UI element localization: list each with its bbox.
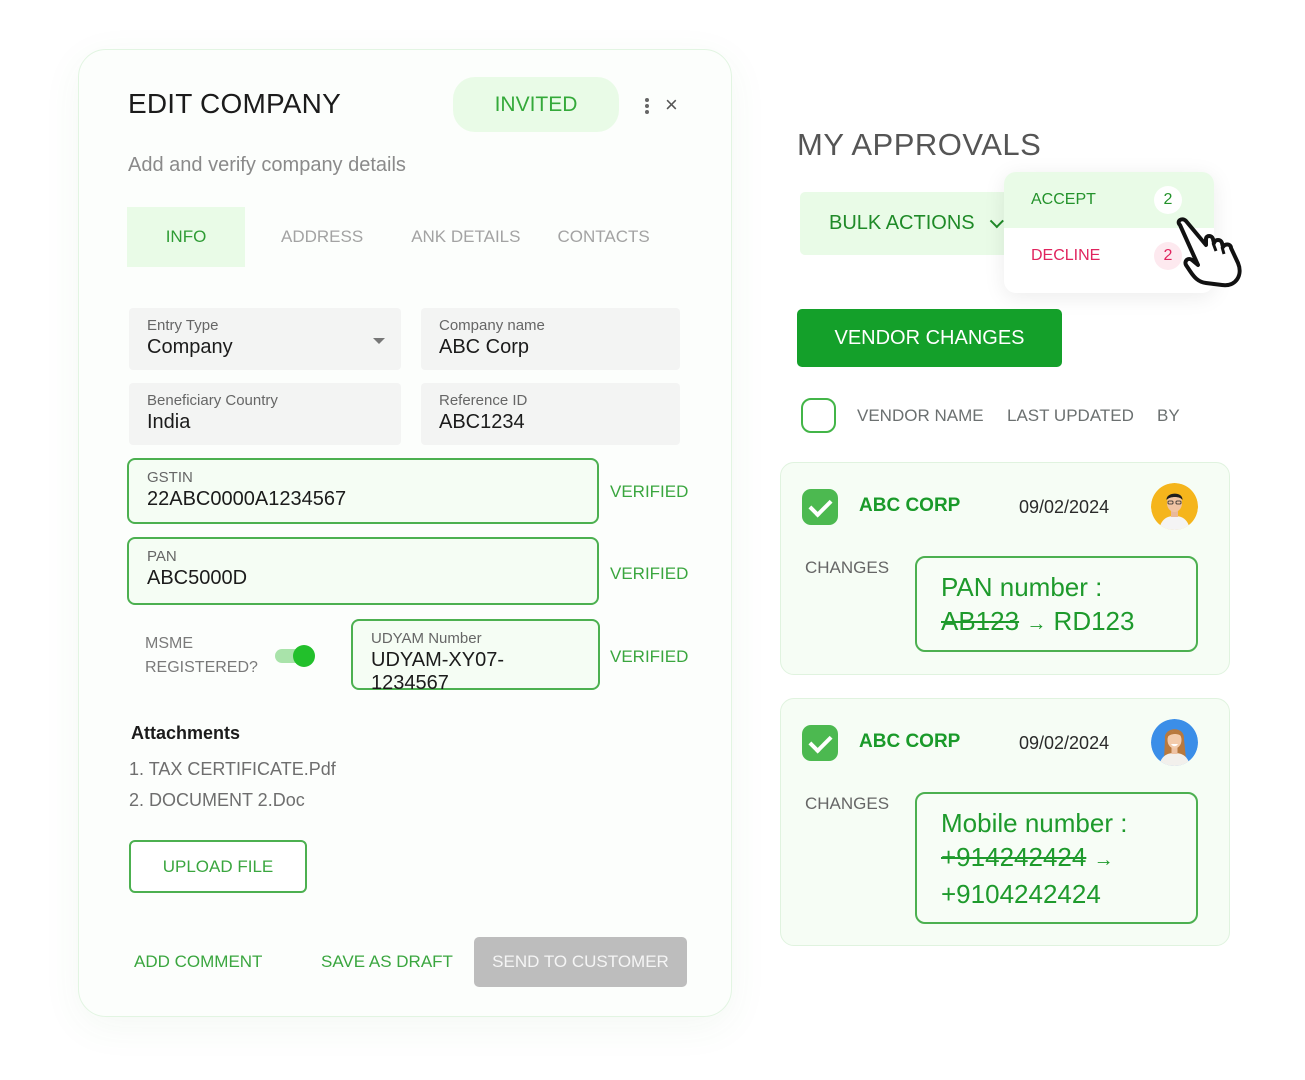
row-checkbox-checked[interactable] bbox=[802, 489, 838, 525]
close-icon[interactable]: × bbox=[665, 92, 678, 118]
pan-field[interactable]: PAN ABC5000D bbox=[127, 537, 599, 605]
attachments-heading: Attachments bbox=[131, 723, 241, 743]
tab-contacts[interactable]: CONTACTS bbox=[557, 207, 649, 267]
send-to-customer-button[interactable]: SEND TO CUSTOMER bbox=[474, 937, 687, 987]
field-value: ABC5000D bbox=[147, 567, 248, 589]
vendor-changes-button[interactable]: VENDOR CHANGES bbox=[797, 309, 1062, 367]
changes-label: CHANGES bbox=[805, 558, 890, 577]
upload-file-button[interactable]: UPLOAD FILE bbox=[129, 840, 307, 893]
panel-subtitle: Add and verify company details bbox=[128, 154, 406, 176]
field-label: UDYAM Number bbox=[371, 630, 482, 647]
column-header-last-updated[interactable]: LAST UPDATED bbox=[1007, 406, 1134, 426]
field-label: GSTIN bbox=[147, 469, 193, 486]
arrow-right-icon: → bbox=[1026, 613, 1047, 635]
gstin-verified-status: VERIFIED bbox=[610, 482, 689, 501]
field-label: PAN bbox=[147, 548, 177, 565]
avatar bbox=[1151, 719, 1198, 766]
approvals-title: MY APPROVALS bbox=[797, 127, 1042, 162]
column-header-vendor-name[interactable]: VENDOR NAME bbox=[857, 406, 984, 426]
edit-company-panel: EDIT COMPANY INVITED × Add and verify co… bbox=[78, 49, 732, 1017]
field-label: Entry Type bbox=[147, 317, 219, 334]
field-value: ABC Corp bbox=[439, 336, 530, 358]
msme-label: MSME REGISTERED? bbox=[145, 632, 258, 680]
pan-verified-status: VERIFIED bbox=[610, 564, 689, 583]
msme-toggle[interactable] bbox=[275, 645, 315, 667]
field-value: 22ABC0000A1234567 bbox=[147, 488, 347, 510]
menu-item-label: DECLINE bbox=[1031, 247, 1101, 264]
field-value: Company bbox=[147, 336, 233, 358]
changes-label: CHANGES bbox=[805, 794, 890, 813]
changed-field-name: PAN number : bbox=[941, 572, 1103, 602]
hand-pointer-icon bbox=[1176, 217, 1242, 288]
vendor-change-card: ABC CORP 09/02/2024 CHANGES PAN number :… bbox=[780, 462, 1230, 675]
add-comment-button[interactable]: ADD COMMENT bbox=[134, 952, 262, 972]
field-value: ABC1234 bbox=[439, 411, 525, 433]
save-as-draft-button[interactable]: SAVE AS DRAFT bbox=[321, 952, 453, 972]
last-updated-date: 09/02/2024 bbox=[1019, 497, 1110, 517]
new-value: RD123 bbox=[1053, 606, 1135, 636]
attachment-item[interactable]: 1. TAX CERTIFICATE.Pdf bbox=[129, 759, 336, 780]
vendor-name: ABC CORP bbox=[859, 495, 961, 516]
field-label: Beneficiary Country bbox=[147, 392, 278, 409]
field-value: UDYAM-XY07-1234567 bbox=[371, 649, 504, 694]
field-label: Reference ID bbox=[439, 392, 528, 409]
vendor-name: ABC CORP bbox=[859, 731, 961, 752]
change-values: AB123 → RD123 bbox=[941, 604, 1172, 641]
status-badge: INVITED bbox=[453, 77, 619, 132]
tab-bar: INFO ADDRESS ANK DETAILS CONTACTS bbox=[127, 207, 650, 267]
gstin-field[interactable]: GSTIN 22ABC0000A1234567 bbox=[127, 458, 599, 524]
tab-bank-details[interactable]: ANK DETAILS bbox=[411, 207, 520, 267]
udyam-verified-status: VERIFIED bbox=[610, 647, 689, 666]
field-value: India bbox=[147, 411, 191, 433]
change-values: +914242424 → +9104242424 bbox=[941, 840, 1172, 911]
msme-label-line1: MSME bbox=[145, 635, 193, 652]
panel-title: EDIT COMPANY bbox=[128, 88, 341, 119]
reference-id-field[interactable]: Reference ID ABC1234 bbox=[421, 383, 680, 445]
last-updated-date: 09/02/2024 bbox=[1019, 733, 1110, 753]
user-avatar-icon bbox=[1151, 483, 1198, 530]
bulk-actions-label: BULK ACTIONS bbox=[829, 212, 975, 234]
accept-count-badge: 2 bbox=[1154, 186, 1182, 214]
field-label: Company name bbox=[439, 317, 545, 334]
changed-field-name: Mobile number : bbox=[941, 808, 1128, 838]
old-value: AB123 bbox=[941, 606, 1020, 636]
tab-address[interactable]: ADDRESS bbox=[281, 207, 363, 267]
udyam-number-field[interactable]: UDYAM Number UDYAM-XY07-1234567 bbox=[351, 619, 600, 694]
select-all-checkbox[interactable] bbox=[801, 398, 836, 433]
column-header-by[interactable]: BY bbox=[1157, 406, 1180, 426]
msme-label-line2: REGISTERED? bbox=[145, 659, 258, 676]
bulk-actions-dropdown[interactable]: BULK ACTIONS bbox=[800, 192, 1020, 255]
beneficiary-country-field[interactable]: Beneficiary Country India bbox=[129, 383, 401, 445]
toggle-knob bbox=[293, 645, 315, 667]
old-value: +914242424 bbox=[941, 842, 1087, 872]
avatar bbox=[1151, 483, 1198, 530]
menu-item-label: ACCEPT bbox=[1031, 191, 1096, 208]
new-value: +9104242424 bbox=[941, 879, 1101, 909]
dropdown-caret-icon bbox=[373, 338, 385, 344]
arrow-right-icon: → bbox=[1093, 849, 1114, 871]
company-name-field[interactable]: Company name ABC Corp bbox=[421, 308, 680, 370]
row-checkbox-checked[interactable] bbox=[802, 725, 838, 761]
vendor-change-card: ABC CORP 09/02/2024 CHANGES Mobile numbe… bbox=[780, 698, 1230, 946]
more-options-icon[interactable] bbox=[642, 96, 652, 116]
attachment-item[interactable]: 2. DOCUMENT 2.Doc bbox=[129, 790, 305, 811]
entry-type-select[interactable]: Entry Type Company bbox=[129, 308, 401, 370]
change-detail-box: PAN number : AB123 → RD123 bbox=[915, 556, 1198, 652]
user-avatar-icon bbox=[1151, 719, 1198, 766]
tab-info[interactable]: INFO bbox=[127, 207, 245, 267]
chevron-down-icon bbox=[989, 213, 1004, 228]
change-detail-box: Mobile number : +914242424 → +9104242424 bbox=[915, 792, 1198, 924]
